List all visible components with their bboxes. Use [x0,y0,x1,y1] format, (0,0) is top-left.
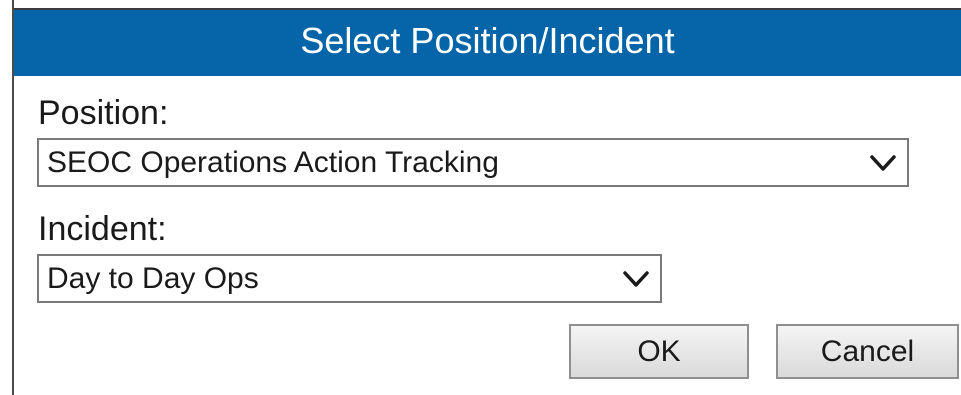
incident-label: Incident: [38,210,167,248]
select-position-incident-dialog: Select Position/Incident Position: SEOC … [0,0,961,395]
chevron-down-icon [623,271,649,287]
incident-select[interactable]: Day to Day Ops [37,254,662,303]
dialog-titlebar: Select Position/Incident [14,8,961,76]
dialog-title: Select Position/Incident [300,20,675,61]
incident-selected-value: Day to Day Ops [47,262,259,295]
cancel-button[interactable]: Cancel [776,324,959,379]
chevron-down-icon [870,155,896,171]
ok-button[interactable]: OK [569,324,749,379]
position-select[interactable]: SEOC Operations Action Tracking [37,138,909,187]
position-label: Position: [38,94,169,132]
position-selected-value: SEOC Operations Action Tracking [47,146,499,179]
